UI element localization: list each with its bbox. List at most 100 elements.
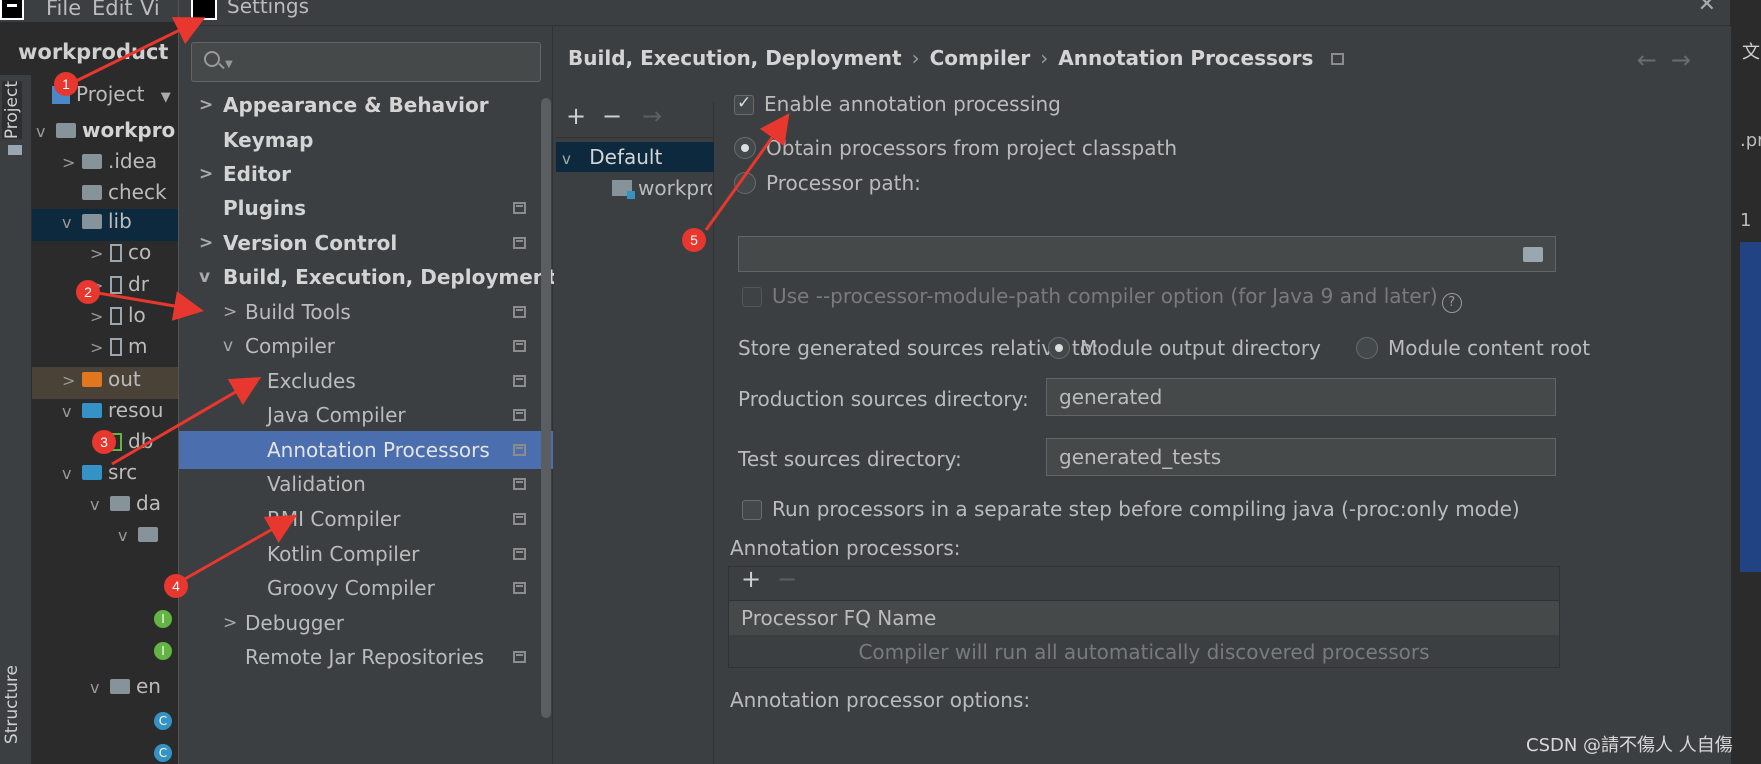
menu-file[interactable]: File <box>46 0 81 20</box>
profile-label: Default <box>589 145 663 169</box>
checkbox[interactable] <box>742 287 762 307</box>
class-icon: C <box>154 744 172 762</box>
radio[interactable] <box>734 137 756 159</box>
folder-icon <box>82 214 102 229</box>
ide-menubar: File Edit Vi <box>0 0 200 22</box>
column-header[interactable]: Processor FQ Name <box>729 601 1559 635</box>
folder-icon <box>82 372 102 387</box>
tree-row[interactable]: I <box>154 604 178 636</box>
radio[interactable] <box>1356 337 1378 359</box>
jar-icon <box>110 276 122 294</box>
add-profile-icon[interactable]: + <box>566 102 586 130</box>
tree-row[interactable]: > co <box>32 240 182 272</box>
nav-validation[interactable]: Validation <box>179 465 553 503</box>
project-scope-icon <box>513 340 526 352</box>
dialog-titlebar: Settings ✕ <box>179 0 1730 26</box>
back-arrow-icon[interactable]: ← <box>1637 46 1671 74</box>
tree-label: lo <box>128 303 146 327</box>
tree-row[interactable]: > .idea <box>32 149 182 181</box>
move-profile-icon[interactable]: → <box>642 102 662 130</box>
obtain-from-classpath-radio[interactable]: Obtain processors from project classpath <box>734 136 1177 160</box>
production-sources-field[interactable]: generated <box>1046 378 1556 416</box>
package-icon <box>138 527 158 542</box>
tree-row[interactable]: v da <box>32 491 182 523</box>
nav-label: Keymap <box>223 128 314 152</box>
nav-groovy-compiler[interactable]: Groovy Compiler <box>179 569 553 607</box>
settings-search-input[interactable]: ▼ <box>191 42 541 82</box>
processor-path-radio[interactable]: Processor path: <box>734 171 921 195</box>
tree-row[interactable]: > lo <box>32 303 182 335</box>
processor-path-field[interactable] <box>738 236 1556 272</box>
radio[interactable] <box>1048 337 1070 359</box>
folder-icon <box>82 154 102 169</box>
nav-version-control[interactable]: > Version Control <box>179 224 553 262</box>
close-icon[interactable]: ✕ <box>1698 0 1716 17</box>
checkbox[interactable] <box>734 93 754 115</box>
tree-row[interactable]: v workpro <box>32 118 182 150</box>
tree-label: dr <box>128 272 149 296</box>
remove-profile-icon[interactable]: − <box>602 102 622 130</box>
tree-row[interactable]: v lib <box>32 209 182 241</box>
breadcrumb-item[interactable]: Build, Execution, Deployment <box>568 46 902 70</box>
tree-row[interactable]: C <box>154 738 178 764</box>
module-path-option[interactable]: Use --processor-module-path compiler opt… <box>742 284 1462 313</box>
module-output-radio[interactable]: Module output directory <box>1048 336 1321 360</box>
tab-structure[interactable]: Structure <box>2 665 22 744</box>
profile-module[interactable]: workproduct <box>612 176 712 200</box>
menu-view[interactable]: Vi <box>140 0 160 20</box>
tree-row[interactable]: I <box>154 636 178 668</box>
annotation-marker: 4 <box>164 574 188 598</box>
tree-row[interactable]: C <box>154 706 178 738</box>
tree-row[interactable]: v resou <box>32 398 182 430</box>
nav-appearance-behavior[interactable]: > Appearance & Behavior <box>179 86 553 124</box>
profile-default[interactable]: v Default <box>556 142 714 172</box>
tree-row[interactable]: v <box>32 522 182 554</box>
add-processor-icon[interactable]: + <box>741 565 761 593</box>
nav-annotation-processors[interactable]: Annotation Processors <box>179 431 553 469</box>
tab-project[interactable]: Project <box>2 81 22 140</box>
nav-scrollbar[interactable] <box>541 98 551 718</box>
test-sources-field[interactable]: generated_tests <box>1046 438 1556 476</box>
empty-table-text: Compiler will run all automatically disc… <box>858 640 1430 664</box>
nav-compiler[interactable]: v Compiler <box>179 327 553 365</box>
module-content-radio[interactable]: Module content root <box>1356 336 1590 360</box>
tree-row[interactable]: > m <box>32 334 182 366</box>
nav-plugins[interactable]: Plugins <box>179 189 553 227</box>
nav-build-execution-deployment[interactable]: v Build, Execution, Deployment <box>179 258 557 296</box>
nav-keymap[interactable]: Keymap <box>179 121 553 159</box>
chevron-right-icon: > <box>199 164 214 184</box>
nav-remote-jar-repositories[interactable]: Remote Jar Repositories <box>179 638 553 676</box>
menu-edit[interactable]: Edit <box>92 0 133 20</box>
nav-debugger[interactable]: > Debugger <box>179 604 553 642</box>
nav-label: Remote Jar Repositories <box>245 645 485 669</box>
breadcrumb-item[interactable]: Compiler <box>930 46 1031 70</box>
enable-annotation-processing[interactable]: Enable annotation processing <box>734 92 1061 116</box>
help-icon[interactable]: ? <box>1441 293 1462 313</box>
tree-row[interactable]: check <box>32 180 182 212</box>
nav-label: Build Tools <box>245 300 351 324</box>
checkbox[interactable] <box>742 500 762 520</box>
separate-step-option[interactable]: Run processors in a separate step before… <box>742 497 1520 521</box>
nav-editor[interactable]: > Editor <box>179 155 553 193</box>
tree-row[interactable]: >dr <box>32 272 182 304</box>
remove-processor-icon[interactable]: − <box>777 565 797 593</box>
tree-row[interactable]: > out <box>32 367 182 399</box>
forward-arrow-icon[interactable]: → <box>1671 46 1705 74</box>
tree-row[interactable]: v en <box>32 674 182 706</box>
editor-tab-fragment[interactable]: .pr <box>1740 130 1761 151</box>
watermark: CSDN @請不傷人 人自傷 <box>1526 735 1733 756</box>
breadcrumb-item: Annotation Processors <box>1058 46 1314 70</box>
nav-build-tools[interactable]: > Build Tools <box>179 293 553 331</box>
annotation-marker: 1 <box>54 72 78 96</box>
nav-excludes[interactable]: Excludes <box>179 362 553 400</box>
nav-label: Kotlin Compiler <box>267 542 420 566</box>
radio[interactable] <box>734 172 756 194</box>
tree-row[interactable]: v src <box>32 460 182 492</box>
checkbox-label: Enable annotation processing <box>764 92 1061 116</box>
browse-folder-icon[interactable] <box>1523 247 1543 262</box>
nav-kotlin-compiler[interactable]: Kotlin Compiler <box>179 535 553 573</box>
nav-rmi-compiler[interactable]: RMI Compiler <box>179 500 553 538</box>
nav-java-compiler[interactable]: Java Compiler <box>179 396 553 434</box>
annotation-processors-table: + − Processor FQ Name Compiler will run … <box>728 565 1560 668</box>
jar-icon <box>110 307 122 325</box>
